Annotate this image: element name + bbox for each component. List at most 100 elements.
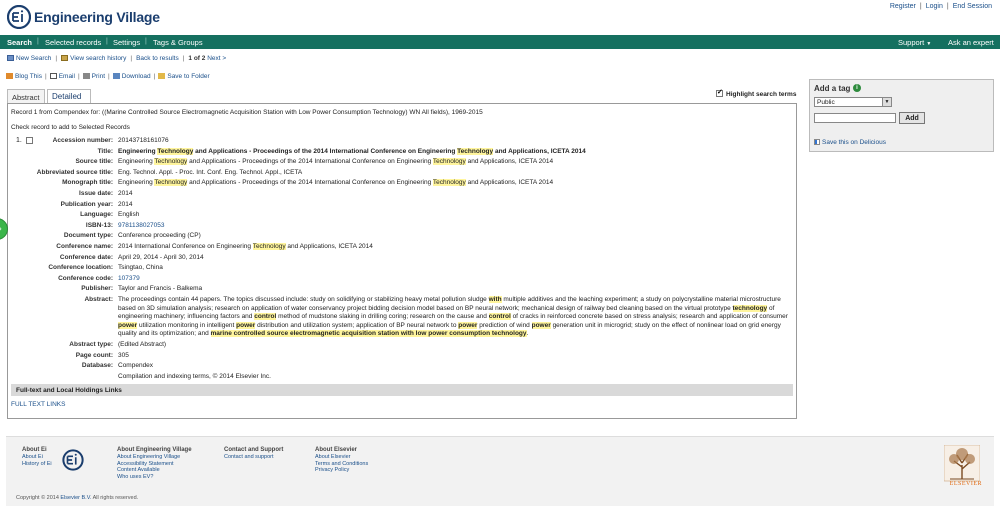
nav-support[interactable]: Support ▼ (898, 38, 931, 47)
nav-search[interactable]: Search (7, 38, 32, 47)
tag-panel-title: Add a tag (814, 84, 851, 93)
footer-link[interactable]: History of Ei (22, 461, 52, 468)
footer-link[interactable]: Terms and Conditions (315, 461, 368, 468)
footer-link[interactable]: About Ei (22, 454, 52, 461)
field-label: Conference date: (59, 253, 113, 261)
logo-text[interactable]: Engineering Village (34, 9, 160, 25)
field-value: 9781138027053 (118, 221, 165, 229)
results-toolbar: New Search | View search history | Back to r… (7, 55, 226, 62)
footer-link[interactable]: Who uses EV? (117, 474, 192, 481)
field-value: Eng. Technol. Appl. - Proc. Int. Conf. E… (118, 168, 303, 176)
download-link[interactable]: Download (122, 73, 151, 80)
register-link[interactable]: Register (890, 3, 916, 10)
footer-col-ev: About Engineering Village About Engineer… (117, 447, 192, 481)
nav-settings[interactable]: Settings (113, 38, 140, 47)
field-label: Abstract: (84, 296, 113, 303)
print-link[interactable]: Print (92, 73, 105, 80)
footer-heading: About Ei (22, 447, 47, 453)
highlight-checkbox[interactable] (716, 88, 723, 97)
fulltext-header: Full-text and Local Holdings Links (11, 384, 793, 396)
nav-tags-groups[interactable]: Tags & Groups (153, 38, 203, 47)
field-label: Database: (81, 362, 113, 370)
field-value: Compendex (118, 362, 154, 370)
footer-link[interactable]: Content Available (117, 467, 192, 474)
footer-link[interactable]: About Engineering Village (117, 454, 192, 461)
field-value: 2014 (118, 200, 133, 208)
login-link[interactable]: Login (926, 3, 943, 10)
footer-link[interactable]: About Elsevier (315, 454, 368, 461)
field-value: Engineering Technology and Applications … (118, 179, 554, 187)
footer-link[interactable]: Privacy Policy (315, 467, 368, 474)
field-value: 20143718161076 (118, 137, 169, 144)
footer-link[interactable]: Accessibility Statement (117, 461, 192, 468)
field-value: (Edited Abstract) (118, 341, 167, 348)
end-session-link[interactable]: End Session (953, 3, 992, 10)
nav-selected-records[interactable]: Selected records (45, 38, 101, 47)
field-value: Conference proceeding (CP) (118, 232, 201, 240)
field-label: Issue date: (79, 190, 113, 197)
field-value: 305 (118, 351, 129, 359)
field-value: Tsingtao, China (118, 264, 163, 272)
new-search-link[interactable]: New Search (16, 55, 51, 62)
caret-down-icon: ▼ (926, 41, 932, 47)
delicious-link[interactable]: Save this on Delicious (814, 139, 886, 146)
blog-icon (6, 73, 13, 79)
info-icon[interactable]: i (853, 84, 861, 92)
field-value: Engineering Technology and Applications … (118, 147, 586, 155)
footer: About Ei About Ei History of Ei About En… (6, 436, 994, 506)
print-icon (82, 73, 90, 79)
record-position: 1 of 2 (188, 55, 206, 62)
nav-ask-expert[interactable]: Ask an expert (948, 38, 994, 47)
add-tag-button[interactable]: Add (899, 112, 925, 124)
field-value: The proceedings contain 44 papers. The t… (118, 296, 788, 338)
field-value: 107379 (118, 274, 140, 282)
email-link[interactable]: Email (59, 73, 75, 80)
view-history-link[interactable]: View search history (70, 55, 126, 62)
footer-col-ei: About Ei About Ei History of Ei (22, 447, 52, 467)
folder-icon (158, 73, 166, 79)
tab-abstract[interactable]: Abstract (7, 89, 45, 103)
footer-heading: About Elsevier (315, 447, 358, 453)
record-panel: Record 1 from Compendex for: ((Marine Co… (7, 103, 797, 419)
field-value: 2014 International Conference on Enginee… (118, 243, 373, 250)
field-value: English (118, 211, 140, 219)
field-label: Abstract type: (69, 341, 113, 348)
field-label: Page count: (75, 351, 113, 359)
field-label: Accession number: (52, 137, 113, 144)
ei-logo-icon[interactable] (7, 5, 31, 29)
blog-this-link[interactable]: Blog This (15, 73, 42, 80)
next-link[interactable]: Next > (207, 55, 226, 62)
footer-link[interactable]: Contact and support (224, 454, 283, 461)
field-label: ISBN-13: (85, 221, 113, 229)
field-label: Monograph title: (62, 179, 113, 187)
header: Engineering Village Register | Login | End S… (0, 0, 1000, 35)
highlight-toggle[interactable]: Highlight search terms (716, 88, 796, 98)
tag-input[interactable] (814, 113, 896, 123)
delicious-icon (814, 139, 820, 145)
field-value: April 29, 2014 - April 30, 2014 (118, 253, 204, 261)
footer-col-contact: Contact and Support Contact and support (224, 447, 283, 461)
record-caption: Record 1 from Compendex for: ((Marine Co… (11, 109, 483, 116)
field-label: Publication year: (60, 200, 113, 208)
field-label: Source title: (75, 158, 113, 166)
field-label: Document type: (63, 232, 113, 240)
back-to-results-link[interactable]: Back to results (136, 55, 179, 62)
main-nav: Search | Selected records | Settings | T… (0, 35, 1000, 49)
field-label: Language: (80, 211, 113, 219)
arrow-icon: › (0, 224, 2, 233)
nav-separator: | (37, 38, 39, 45)
tag-visibility-select[interactable]: Public ▼ (814, 97, 892, 107)
footer-col-elsevier: About Elsevier About Elsevier Terms and … (315, 447, 368, 474)
save-to-folder-link[interactable]: Save to Folder (167, 73, 209, 80)
elsevier-wordmark: ELSEVIER (949, 481, 982, 487)
field-label: Abbreviated source title: (36, 168, 113, 176)
tag-panel: Add a tag i Public ▼ Add Save this on Del… (809, 79, 994, 152)
fulltext-link[interactable]: FULL TEXT LINKS (11, 401, 65, 408)
action-toolbar: Blog This | Email | Print | Download | Save to F… (6, 73, 210, 80)
nav-separator: | (106, 38, 108, 45)
field-value: Taylor and Francis - Balkema (118, 285, 203, 293)
field-label: Title: (97, 147, 113, 155)
chevron-down-icon: ▼ (882, 98, 891, 106)
tab-detailed[interactable]: Detailed (47, 89, 91, 103)
elsevier-link[interactable]: Elsevier B.V. (60, 495, 91, 501)
